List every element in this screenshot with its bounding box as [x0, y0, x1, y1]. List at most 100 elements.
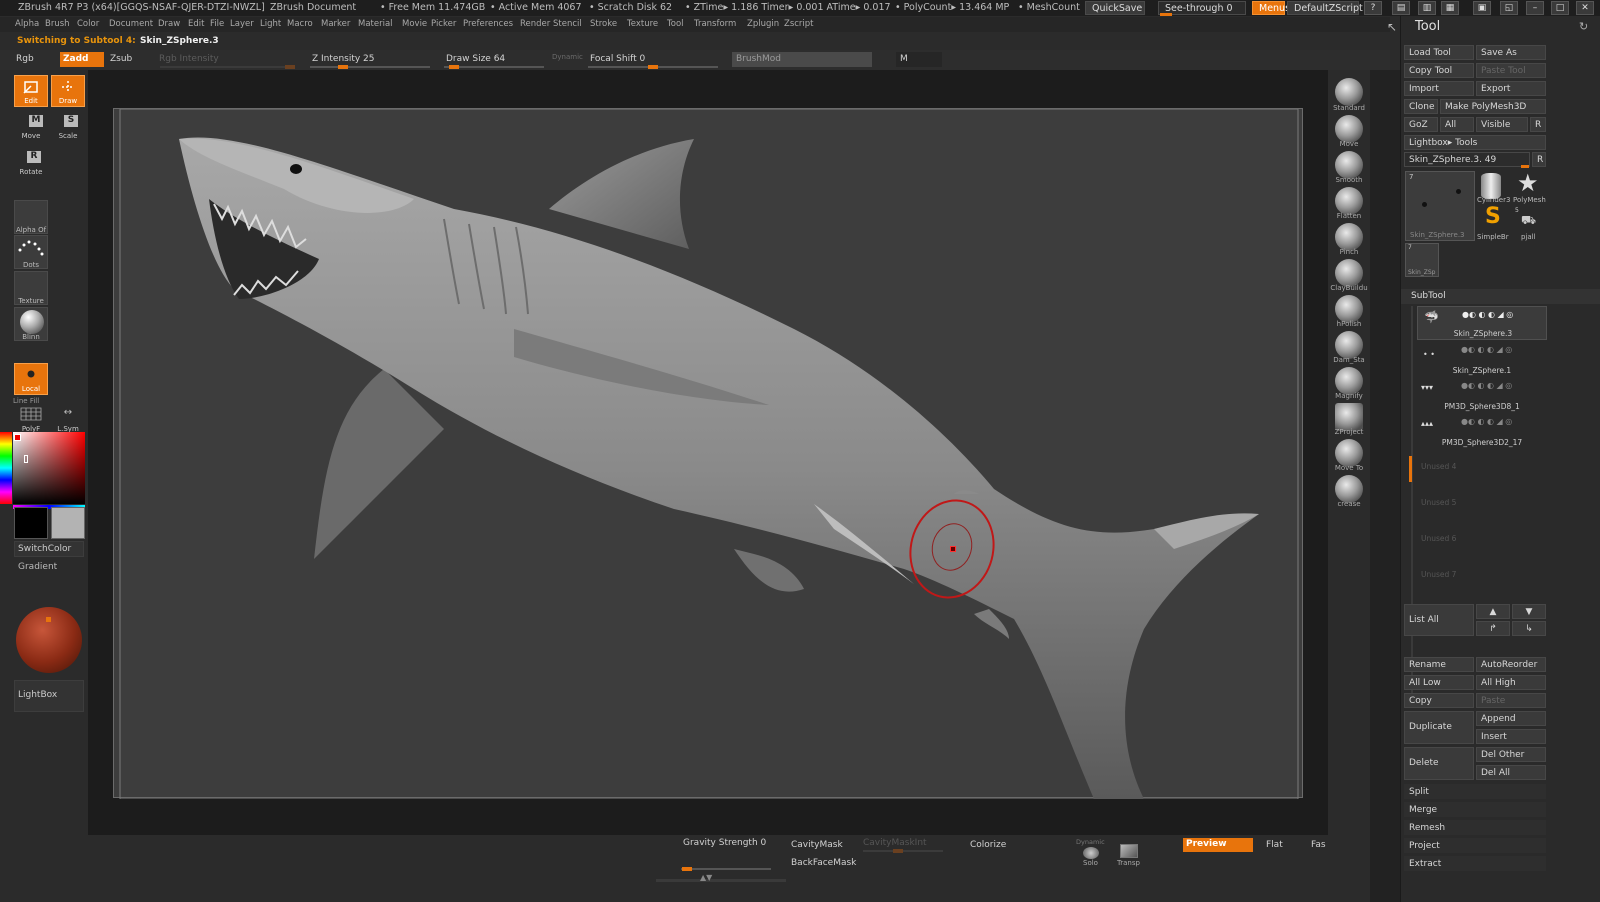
menu-tool[interactable]: Tool: [667, 19, 684, 29]
transp-icon[interactable]: [1120, 844, 1138, 858]
colorize-button[interactable]: Colorize: [970, 840, 1006, 850]
menu-zscript[interactable]: Zscript: [784, 19, 814, 29]
simplebrush-s-icon[interactable]: S: [1485, 204, 1501, 229]
split-section[interactable]: Split: [1404, 784, 1546, 799]
material-preview-sphere[interactable]: [16, 607, 82, 673]
current-tool-r-button[interactable]: R: [1532, 152, 1546, 167]
goz-button[interactable]: GoZ: [1404, 117, 1438, 132]
m-field[interactable]: M: [896, 52, 942, 67]
document-canvas[interactable]: [113, 108, 1303, 800]
cavitymask-button[interactable]: CavityMask: [791, 840, 843, 850]
layout2-icon[interactable]: ▥: [1418, 1, 1436, 15]
del-other-button[interactable]: Del Other: [1476, 747, 1546, 762]
quicksave-button[interactable]: QuickSave: [1085, 1, 1145, 15]
subtool-row-2[interactable]: • • ●◐ ◐ ◐ ◢ ◎ Skin_ZSphere.1: [1417, 342, 1547, 376]
alpha-tile[interactable]: Alpha Of: [14, 200, 48, 234]
goz-all-button[interactable]: All: [1440, 117, 1474, 132]
polymesh-star-icon[interactable]: ★: [1517, 169, 1539, 197]
polyf-button[interactable]: PolyF: [14, 403, 48, 435]
menu-texture[interactable]: Texture: [627, 19, 658, 29]
z-intensity-knob[interactable]: [338, 65, 348, 69]
menu-picker[interactable]: Picker: [431, 19, 456, 29]
pjall-icon[interactable]: ⛟: [1521, 213, 1536, 229]
move-bottom-arrow-icon[interactable]: ↳: [1512, 621, 1546, 636]
menu-edit[interactable]: Edit: [188, 19, 204, 29]
subtool-scrollbar[interactable]: [1411, 306, 1413, 696]
subtool-row-1-toggles[interactable]: ●◐ ◐ ◐ ◢ ◎: [1462, 310, 1513, 319]
del-all-button[interactable]: Del All: [1476, 765, 1546, 780]
restore-icon[interactable]: ◱: [1500, 1, 1518, 15]
subtool-row-3-toggles[interactable]: ●◐ ◐ ◐ ◢ ◎: [1461, 381, 1512, 390]
tool-thumbnail-small[interactable]: 7 Skin_ZSp: [1405, 243, 1439, 277]
gradient-button[interactable]: Gradient: [14, 559, 84, 575]
goz-visible-button[interactable]: Visible: [1476, 117, 1528, 132]
maximize-icon[interactable]: □: [1551, 1, 1569, 15]
brushmod-slider[interactable]: BrushMod: [732, 52, 872, 67]
flatten-brush-icon[interactable]: [1335, 187, 1363, 215]
menu-light[interactable]: Light: [260, 19, 281, 29]
focal-shift-knob[interactable]: [648, 65, 658, 69]
subtool-unused-6[interactable]: Unused 6: [1421, 534, 1456, 543]
seethrough-knob[interactable]: [1160, 13, 1172, 16]
edit-button[interactable]: Edit: [14, 75, 48, 107]
smooth-brush-icon[interactable]: [1335, 151, 1363, 179]
subtool-unused-4[interactable]: Unused 4: [1421, 462, 1456, 471]
close-icon[interactable]: ✕: [1576, 1, 1594, 15]
duplicate-button[interactable]: Duplicate: [1404, 711, 1474, 744]
menu-marker[interactable]: Marker: [321, 19, 350, 29]
save-as-button[interactable]: Save As: [1476, 45, 1546, 60]
menu-brush[interactable]: Brush: [45, 19, 70, 29]
rgb-button[interactable]: Rgb: [12, 52, 52, 67]
switchcolor-button[interactable]: SwitchColor: [14, 541, 84, 557]
hue-strip[interactable]: [0, 432, 12, 504]
subtool-unused-5[interactable]: Unused 5: [1421, 498, 1456, 507]
zadd-button[interactable]: Zadd: [60, 52, 104, 67]
move-top-arrow-icon[interactable]: ↱: [1476, 621, 1510, 636]
menu-movie[interactable]: Movie: [402, 19, 427, 29]
delete-button[interactable]: Delete: [1404, 747, 1474, 780]
color-picker-cursor[interactable]: [24, 455, 28, 463]
lsym-button[interactable]: ↔ L.Sym: [51, 403, 85, 435]
menu-zplugin[interactable]: Zplugin: [747, 19, 779, 29]
menu-document[interactable]: Document: [109, 19, 153, 29]
remesh-section[interactable]: Remesh: [1404, 820, 1546, 835]
stroke-dots-tile[interactable]: Dots: [14, 235, 48, 269]
light-position-marker[interactable]: [46, 617, 51, 622]
all-low-button[interactable]: All Low: [1404, 675, 1474, 690]
copy-tool-button[interactable]: Copy Tool: [1404, 63, 1474, 78]
scale-button[interactable]: S Scale: [51, 110, 85, 142]
menu-draw[interactable]: Draw: [158, 19, 180, 29]
rgb-intensity-slider[interactable]: Rgb Intensity: [155, 52, 295, 67]
bottom-scrollbar[interactable]: [656, 879, 786, 882]
help-icon[interactable]: ?: [1364, 1, 1382, 15]
gravity-knob[interactable]: [682, 867, 692, 871]
menu-stencil[interactable]: Stencil: [553, 19, 582, 29]
menu-material[interactable]: Material: [358, 19, 393, 29]
all-high-button[interactable]: All High: [1476, 675, 1546, 690]
goz-r-button[interactable]: R: [1530, 117, 1546, 132]
layout3-icon[interactable]: ▦: [1441, 1, 1459, 15]
list-all-button[interactable]: List All: [1404, 604, 1474, 636]
project-section[interactable]: Project: [1404, 838, 1546, 853]
menu-file[interactable]: File: [210, 19, 224, 29]
menu-macro[interactable]: Macro: [287, 19, 313, 29]
menu-preferences[interactable]: Preferences: [463, 19, 513, 29]
local-button[interactable]: Local: [14, 363, 48, 395]
flat-button[interactable]: Flat: [1266, 840, 1283, 850]
crease-brush-icon[interactable]: [1335, 475, 1363, 503]
autoreorder-button[interactable]: AutoReorder: [1476, 657, 1546, 672]
subtool-row-3[interactable]: ▾▾▾ ●◐ ◐ ◐ ◢ ◎ PM3D_Sphere3D8_1: [1417, 378, 1547, 412]
layout-icon[interactable]: ▤: [1392, 1, 1410, 15]
subtool-row-4[interactable]: ▴▴▴ ●◐ ◐ ◐ ◢ ◎ PM3D_Sphere3D2_17: [1417, 414, 1547, 448]
make-polymesh-button[interactable]: Make PolyMesh3D: [1440, 99, 1546, 114]
load-tool-button[interactable]: Load Tool: [1404, 45, 1474, 60]
export-button[interactable]: Export: [1476, 81, 1546, 96]
current-tool-knob[interactable]: [1521, 165, 1529, 168]
standard-brush-icon[interactable]: [1335, 78, 1363, 106]
subtool-row-1[interactable]: 🦈 ●◐ ◐ ◐ ◢ ◎ Skin_ZSphere.3: [1417, 306, 1547, 340]
move-down-arrow-icon[interactable]: ▼: [1512, 604, 1546, 619]
subtool-row-2-toggles[interactable]: ●◐ ◐ ◐ ◢ ◎: [1461, 345, 1512, 354]
zproject-brush-icon[interactable]: [1335, 403, 1363, 431]
backfacemask-button[interactable]: BackFaceMask: [791, 858, 856, 868]
draw-button[interactable]: Draw: [51, 75, 85, 107]
